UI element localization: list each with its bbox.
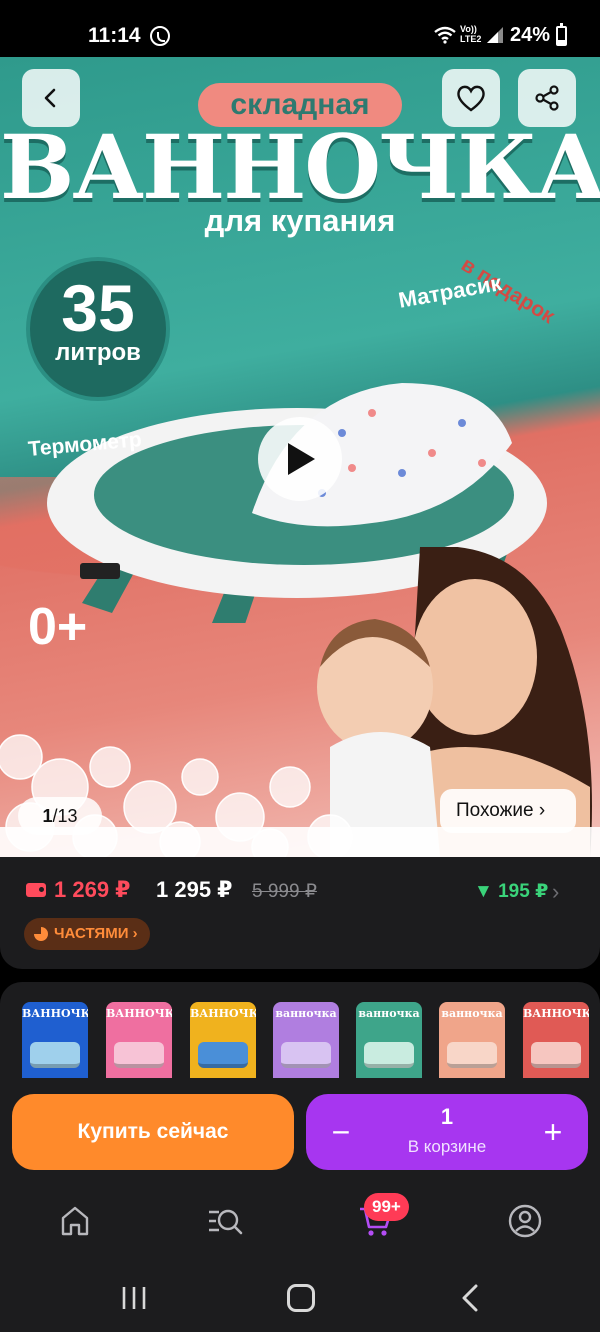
installments-label: ЧАСТЯМИ ›: [54, 925, 138, 942]
variant-title: ванночка: [275, 1007, 337, 1020]
variant-tub-image: [531, 1042, 581, 1068]
back-button[interactable]: [22, 69, 80, 127]
in-cart-label: В корзине: [407, 1137, 487, 1156]
status-bar: 11:14 Vo)) LTE2 24%: [0, 0, 600, 57]
variant-thumbnail[interactable]: ванночка: [273, 1002, 339, 1078]
increase-button[interactable]: +: [518, 1094, 588, 1170]
liters-number: 35: [61, 271, 135, 345]
variant-title: ванночка: [441, 1007, 503, 1020]
home-icon[interactable]: [57, 1203, 93, 1239]
recent-apps-icon[interactable]: [120, 1286, 148, 1310]
variant-thumbnail[interactable]: ВАННОЧКА: [523, 1002, 589, 1078]
share-button[interactable]: [518, 69, 576, 127]
wifi-icon: [434, 26, 456, 44]
variant-tub-image: [364, 1042, 414, 1068]
cart-quantity-stepper: − 1 В корзине +: [306, 1094, 588, 1170]
share-icon: [535, 85, 559, 111]
heart-icon: [457, 85, 485, 112]
variant-tub-image: [30, 1042, 80, 1068]
network-label: Vo)) LTE2: [460, 24, 482, 44]
variant-title: ВАННОЧКА: [523, 1007, 589, 1020]
system-nav: [0, 1262, 600, 1332]
status-time: 11:14: [88, 24, 141, 47]
variant-strip: ВАННОЧКА ВАННОЧКА ВАННОЧКА ванночка ванн…: [0, 982, 600, 1080]
variant-tub-image: [281, 1042, 331, 1068]
variant-thumbnail[interactable]: ВАННОЧКА: [106, 1002, 172, 1078]
variant-tub-image: [198, 1042, 248, 1068]
price: 1 295 ₽: [156, 877, 233, 902]
card-price: 1 269 ₽: [54, 877, 131, 902]
cashback-value[interactable]: ▼ 195 ₽: [474, 880, 548, 903]
gallery-total: /13: [52, 806, 78, 826]
variant-thumbnail[interactable]: ВАННОЧКА: [190, 1002, 256, 1078]
gallery-current: 1: [42, 806, 53, 826]
variant-title: ВАННОЧКА: [190, 1007, 256, 1020]
old-price: 5 999 ₽: [252, 881, 317, 902]
price-card: 1 269 ₽ 1 295 ₽ 5 999 ₽ ▼ 195 ₽ › ЧАСТЯМ…: [0, 857, 600, 969]
similar-button[interactable]: Похожие ›: [440, 789, 576, 833]
variant-title: ВАННОЧКА: [22, 1007, 88, 1020]
variant-tub-image: [114, 1042, 164, 1068]
back-icon[interactable]: [458, 1284, 482, 1312]
chevron-left-icon: [44, 88, 56, 108]
action-bar: Купить сейчас − 1 В корзине +: [0, 1080, 600, 1185]
variant-thumbnail[interactable]: ванночка: [439, 1002, 505, 1078]
whatsapp-icon: [150, 26, 170, 46]
play-video-button[interactable]: [258, 417, 342, 501]
variant-title: ВАННОЧКА: [106, 1007, 172, 1020]
variant-title: ванночка: [358, 1007, 420, 1020]
installments-button[interactable]: ЧАСТЯМИ ›: [24, 918, 150, 950]
signal-icon: [487, 27, 503, 43]
catalog-search-icon[interactable]: [207, 1203, 243, 1239]
cart-quantity: 1: [440, 1104, 454, 1129]
bottom-nav: 99+: [0, 1185, 600, 1262]
variant-thumbnail[interactable]: ванночка: [356, 1002, 422, 1078]
product-gallery[interactable]: складная ВАННОЧКА для купания 35 литров …: [0, 57, 600, 857]
hero-subtitle: для купания: [204, 203, 396, 238]
pie-icon: [34, 927, 48, 941]
mattress-label: Матрасик: [396, 270, 504, 313]
favorite-button[interactable]: [442, 69, 500, 127]
gallery-counter: 1/13: [18, 797, 102, 835]
age-label: 0+: [28, 598, 88, 656]
chevron-right-icon[interactable]: ›: [552, 879, 559, 905]
system-home-icon[interactable]: [287, 1284, 315, 1312]
decrease-button[interactable]: −: [306, 1094, 376, 1170]
variant-tub-image: [447, 1042, 497, 1068]
variant-thumbnail[interactable]: ВАННОЧКА: [22, 1002, 88, 1078]
buy-now-button[interactable]: Купить сейчас: [12, 1094, 294, 1170]
battery-icon: [556, 23, 567, 46]
cart-badge: 99+: [364, 1193, 409, 1221]
play-icon: [288, 443, 315, 475]
profile-icon[interactable]: [507, 1203, 543, 1239]
battery-percent: 24%: [510, 24, 551, 46]
wallet-icon: [26, 883, 46, 897]
